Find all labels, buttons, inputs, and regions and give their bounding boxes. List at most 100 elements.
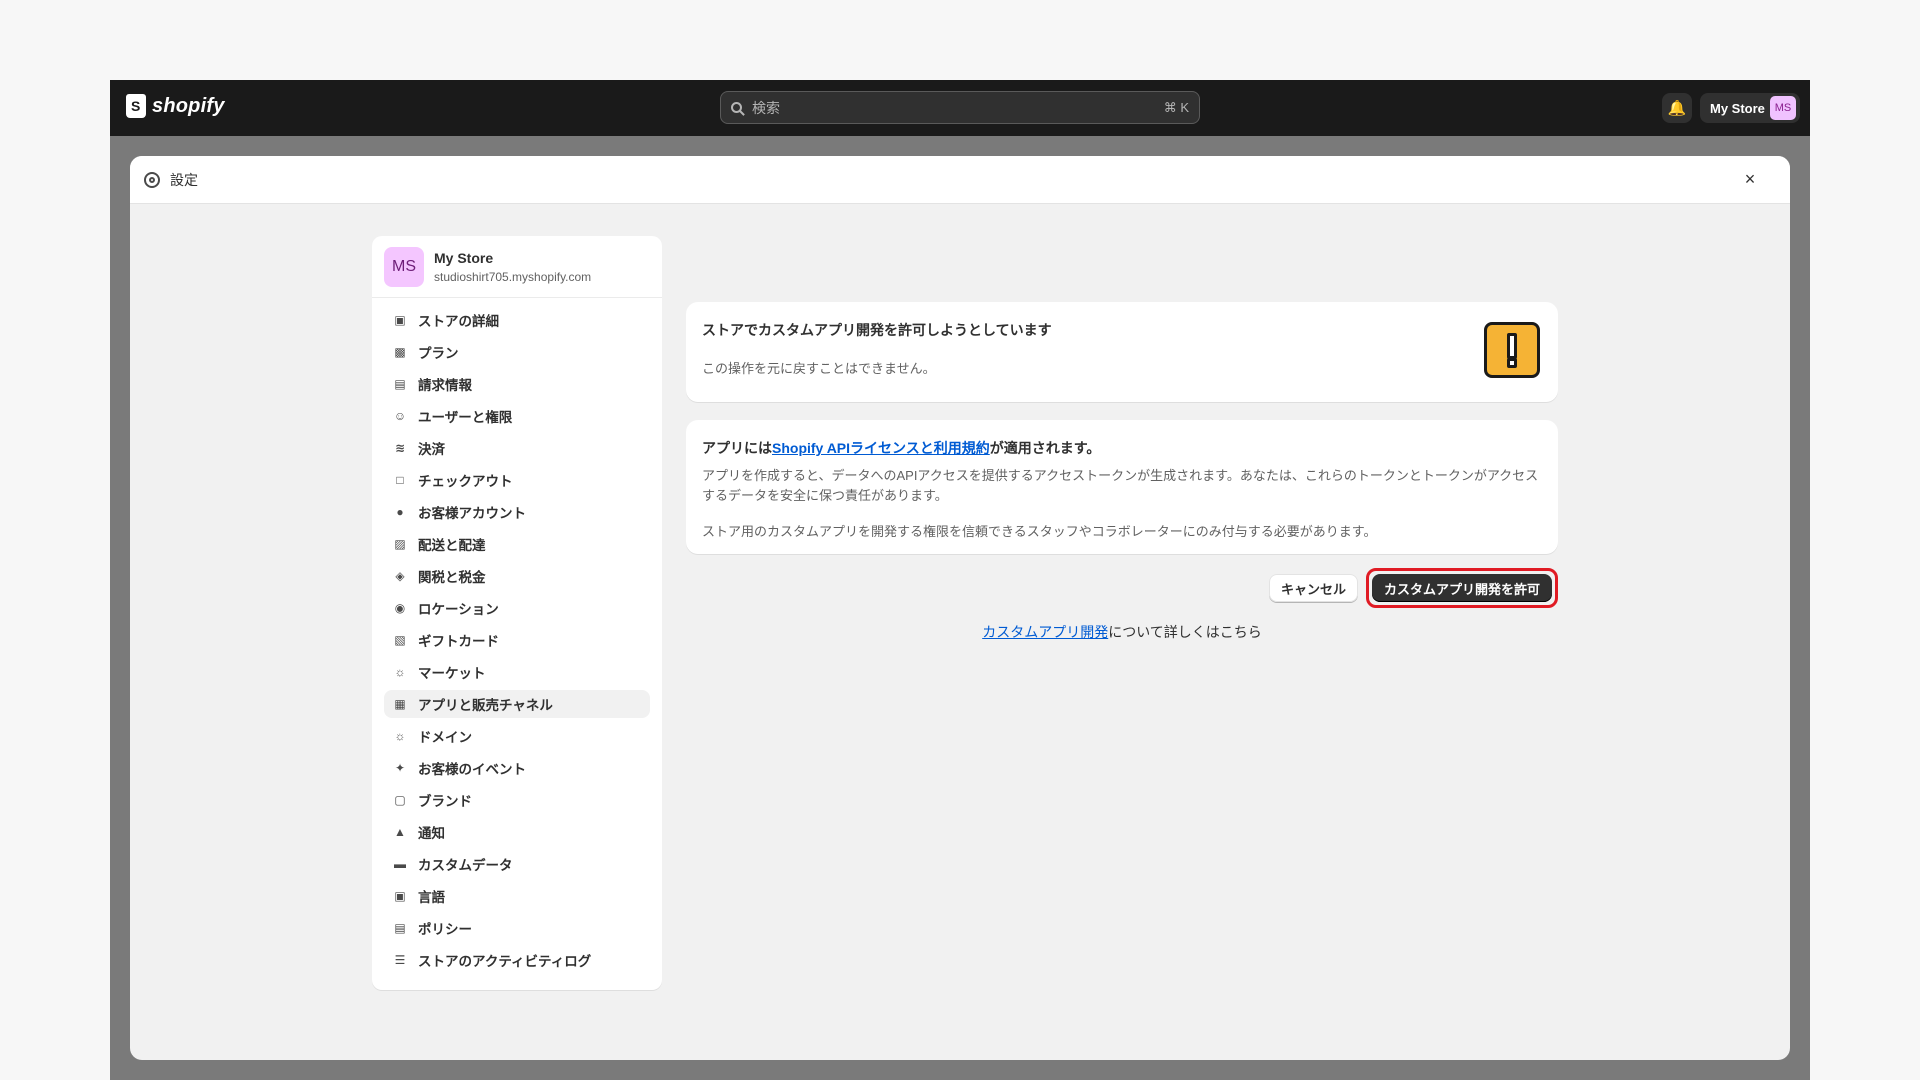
sidebar-item-label: 決済	[418, 442, 445, 457]
terms-heading: アプリにはShopify APIライセンスと利用規約が適用されます。	[702, 438, 1542, 458]
settings-nav: ▣ ストアの詳細 ▩ プラン ▤ 請求情報 ☺ ユーザーと権限 ≋ 決済 □ チェックアウト…	[372, 298, 662, 986]
sidebar-item-label: ストアの詳細	[418, 314, 499, 329]
warning-title: ストアでカスタムアプリ開発を許可しようとしています	[702, 322, 1052, 338]
custom-app-development-link[interactable]: カスタムアプリ開発	[982, 624, 1108, 640]
sidebar-item-label: マーケット	[418, 666, 486, 681]
location-icon: ◉	[394, 601, 406, 615]
sidebar-item-policies[interactable]: ▤ ポリシー	[384, 914, 650, 942]
chart-icon: ▩	[394, 345, 406, 359]
allow-custom-app-development-button[interactable]: カスタムアプリ開発を許可	[1371, 574, 1552, 602]
sidebar-item-notifications[interactable]: ▲ 通知	[384, 818, 650, 846]
modal-title: 設定	[170, 171, 198, 188]
terms-paragraph-1: アプリを作成すると、データへのAPIアクセスを提供するアクセストークンが生成され…	[702, 468, 1539, 503]
globe-icon: ☼	[394, 729, 406, 743]
sidebar-item-billing[interactable]: ▤ 請求情報	[384, 370, 650, 398]
sidebar-item-gift-cards[interactable]: ▧ ギフトカード	[384, 626, 650, 654]
user-lock-icon: ☺	[393, 409, 407, 423]
sidebar-item-custom-data[interactable]: ▬ カスタムデータ	[384, 850, 650, 878]
shopify-bag-icon	[126, 94, 146, 118]
database-icon: ▬	[394, 857, 406, 871]
search-shortcut: ⌘ K	[1163, 99, 1189, 115]
sidebar-item-plan[interactable]: ▩ プラン	[384, 338, 650, 366]
sidebar-item-taxes[interactable]: ◈ 関税と税金	[384, 562, 650, 590]
sidebar-item-domains[interactable]: ☼ ドメイン	[384, 722, 650, 750]
settings-modal: 設定 × MS My Store studioshirt705.myshopif…	[130, 156, 1790, 1060]
sidebar-item-label: ユーザーと権限	[418, 410, 513, 425]
highlight-box: カスタムアプリ開発を許可	[1365, 568, 1558, 608]
sidebar-item-label: プラン	[418, 346, 459, 361]
cancel-button[interactable]: キャンセル	[1268, 574, 1358, 602]
terms-heading-prefix: アプリには	[702, 440, 772, 456]
settings-sidebar: MS My Store studioshirt705.myshopify.com…	[372, 236, 662, 990]
sidebar-item-apps[interactable]: ▦ アプリと販売チャネル	[384, 690, 650, 718]
store-domain: studioshirt705.myshopify.com	[434, 269, 592, 284]
warning-card: ストアでカスタムアプリ開発を許可しようとしています この操作を元に戻すことはでき…	[686, 302, 1558, 402]
brand-icon: ▢	[394, 793, 406, 807]
close-button[interactable]: ×	[1740, 170, 1760, 190]
learn-more-text: カスタムアプリ開発について詳しくはこちら	[686, 622, 1558, 642]
sidebar-item-label: ギフトカード	[418, 634, 499, 649]
apps-icon: ▦	[394, 697, 406, 711]
action-buttons: キャンセル カスタムアプリ開発を許可	[1268, 568, 1558, 608]
sidebar-item-activity-log[interactable]: ☰ ストアのアクティビティログ	[384, 946, 650, 974]
sidebar-item-brand[interactable]: ▢ ブランド	[384, 786, 650, 814]
exclamation-bar	[1507, 333, 1517, 359]
language-icon: ▣	[394, 889, 406, 903]
sidebar-item-label: カスタムデータ	[418, 858, 513, 873]
receipt-icon: ▤	[394, 377, 406, 391]
sidebar-item-customer-events[interactable]: ✦ お客様のイベント	[384, 754, 650, 782]
truck-icon: ▨	[394, 537, 406, 551]
sidebar-item-store-details[interactable]: ▣ ストアの詳細	[384, 306, 650, 334]
warning-subtitle: この操作を元に戻すことはできません。	[702, 361, 936, 376]
sidebar-item-languages[interactable]: ▣ 言語	[384, 882, 650, 910]
store-menu-button[interactable]: My Store MS	[1700, 93, 1800, 123]
sidebar-item-locations[interactable]: ◉ ロケーション	[384, 594, 650, 622]
sidebar-item-label: お客様のイベント	[418, 762, 526, 777]
warning-icon	[1484, 322, 1540, 378]
sidebar-item-label: ロケーション	[418, 602, 499, 617]
gift-card-icon: ▧	[394, 633, 406, 647]
sidebar-item-checkout[interactable]: □ チェックアウト	[384, 466, 650, 494]
sidebar-item-label: 配送と配達	[418, 538, 486, 553]
sidebar-item-payments[interactable]: ≋ 決済	[384, 434, 650, 462]
shopify-logo[interactable]: shopify	[126, 94, 225, 118]
globe-icon: ☼	[394, 665, 406, 679]
main-content: ストアでカスタムアプリ開発を許可しようとしています この操作を元に戻すことはでき…	[686, 302, 1558, 640]
sidebar-item-users[interactable]: ☺ ユーザーと権限	[384, 402, 650, 430]
search-bar[interactable]: 検索 ⌘ K	[720, 91, 1200, 124]
exclamation-dot	[1507, 358, 1517, 368]
terms-card: アプリにはShopify APIライセンスと利用規約が適用されます。 アプリを作…	[686, 420, 1558, 554]
bell-icon: 🔔	[1667, 100, 1687, 117]
store-name: My Store	[434, 249, 494, 266]
sidebar-item-label: 通知	[418, 826, 445, 841]
tax-icon: ◈	[395, 569, 405, 583]
store-card[interactable]: MS My Store studioshirt705.myshopify.com	[372, 236, 662, 298]
sidebar-item-label: お客様アカウント	[418, 506, 526, 521]
logo-text: shopify	[152, 94, 225, 117]
top-bar: shopify 検索 ⌘ K 🔔 My Store MS	[110, 80, 1810, 136]
learn-more-suffix: について詳しくはこちら	[1108, 624, 1262, 640]
policy-icon: ▤	[394, 921, 406, 935]
bell-icon: ▲	[394, 825, 406, 839]
person-icon: ●	[396, 505, 404, 519]
store-avatar: MS	[384, 246, 424, 287]
cursor-icon: ✦	[394, 761, 406, 775]
notifications-button[interactable]: 🔔	[1662, 93, 1692, 123]
store-menu-name: My Store	[1710, 100, 1765, 116]
gear-icon	[144, 171, 160, 188]
sidebar-item-shipping[interactable]: ▨ 配送と配達	[384, 530, 650, 558]
api-terms-link[interactable]: Shopify APIライセンスと利用規約	[772, 440, 990, 456]
sidebar-item-label: アプリと販売チャネル	[418, 698, 553, 713]
sidebar-item-label: ポリシー	[418, 922, 472, 937]
search-placeholder: 検索	[752, 99, 780, 116]
sidebar-item-customer-accounts[interactable]: ● お客様アカウント	[384, 498, 650, 526]
sidebar-item-label: ストアのアクティビティログ	[418, 954, 592, 969]
sidebar-item-label: チェックアウト	[418, 474, 513, 489]
cart-icon: □	[396, 473, 404, 487]
avatar: MS	[1770, 96, 1796, 120]
sidebar-item-label: ブランド	[418, 794, 472, 809]
sidebar-item-markets[interactable]: ☼ マーケット	[384, 658, 650, 686]
terms-heading-suffix: が適用されます。	[989, 440, 1101, 456]
terms-paragraph-2: ストア用のカスタムアプリを開発する権限を信頼できるスタッフやコラボレーターにのみ…	[702, 524, 1377, 539]
sidebar-item-label: 関税と税金	[418, 570, 486, 585]
